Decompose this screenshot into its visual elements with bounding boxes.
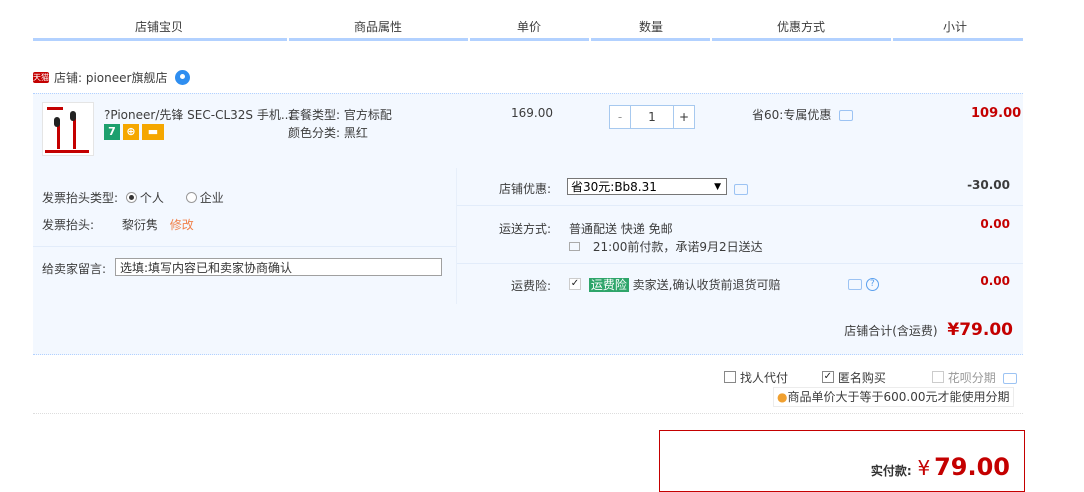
qty-plus-button[interactable]: +: [674, 106, 694, 128]
shop-total-label: 店铺合计(含运费): [844, 324, 938, 338]
insurance-amount: 0.00: [980, 274, 1010, 288]
checkbox-disabled-icon: [931, 371, 944, 383]
shipping-amount: 0.00: [980, 217, 1010, 231]
huabei-option[interactable]: 花呗分期: [931, 371, 996, 385]
tmall-logo-icon: 天猫: [33, 71, 49, 83]
final-payment: 实付款: ¥ 79.00: [871, 453, 1010, 481]
checkbox-checked-icon: [821, 371, 834, 383]
invoice-type-label: 发票抬头类型:: [42, 191, 119, 205]
shipping-promise-row: 21:00前付款，承诺9月2日送达: [569, 238, 763, 255]
insurance-chat-icon[interactable]: [848, 279, 862, 290]
item-discount: 省60:专属优惠: [752, 106, 854, 123]
shop-line: 天猫 店铺: pioneer旗舰店: [33, 68, 191, 86]
invoice-personal-option[interactable]: 个人: [125, 191, 164, 205]
shop-total-row: 店铺合计(含运费) ¥79.00: [33, 304, 1023, 355]
shop-discount-label: 店铺优惠:: [499, 182, 552, 196]
item-price: 169.00: [511, 106, 553, 120]
col-item-header: 店铺宝贝: [135, 20, 184, 34]
insurance-checkbox[interactable]: [569, 278, 581, 290]
invoice-edit-link[interactable]: 修改: [170, 218, 194, 232]
dropdown-arrow-icon: ▼: [714, 182, 721, 192]
insurance-row: 运费险 卖家送,确认收货前退货可赔: [569, 276, 781, 293]
shop-total: 店铺合计(含运费) ¥79.00: [844, 320, 1013, 340]
shipping-label: 运送方式:: [499, 222, 552, 236]
wangwang-chat-icon[interactable]: [175, 69, 191, 85]
delivery-icon: [569, 242, 580, 251]
quantity-stepper: - 1 +: [609, 105, 695, 129]
col-discount-header: 优惠方式: [777, 20, 826, 34]
shop-name[interactable]: 店铺: pioneer旗舰店: [54, 69, 167, 86]
col-price-header: 单价: [517, 20, 542, 34]
shop-discount-chat-icon[interactable]: [734, 184, 748, 195]
item-discount-label: 省60:专属优惠: [752, 108, 832, 122]
huabei-tip: ●商品单价大于等于600.00元才能使用分期: [773, 387, 1015, 407]
insurance-label: 运费险:: [511, 279, 552, 293]
shop-discount-amount: -30.00: [967, 178, 1010, 192]
currency-symbol: ¥: [917, 456, 931, 480]
shipping-method: 普通配送 快递 免邮: [569, 222, 673, 236]
radio-checked-icon: [125, 192, 137, 203]
checkbox-unchecked-icon: [724, 371, 736, 383]
product-thumbnail[interactable]: [42, 102, 94, 156]
order-options: 发票抬头类型: 个人 企业 发票抬头: 黎衍隽 修改 给卖家留言: 选填:填写内…: [33, 168, 1023, 304]
insurance-desc: 卖家送,确认收货前退货可赔: [632, 278, 781, 292]
radio-empty-icon: [185, 192, 197, 203]
insurance-help[interactable]: ?: [848, 277, 879, 291]
col-qty-header: 数量: [639, 20, 664, 34]
invoice-title-value: 黎衍隽: [121, 218, 158, 232]
col-subtotal-header: 小计: [943, 20, 968, 34]
payment-options: 找人代付 匿名购买 花呗分期: [724, 369, 1017, 386]
item-prop-package: 套餐类型: 官方标配: [288, 108, 392, 122]
item-subtotal: 109.00: [971, 106, 1022, 121]
qty-input[interactable]: 1: [630, 106, 674, 128]
shop-total-value: ¥79.00: [947, 320, 1013, 340]
final-payment-label: 实付款:: [870, 464, 912, 478]
service-badges: 7 ⊕ ▬: [104, 124, 164, 140]
invoice-company-option[interactable]: 企业: [185, 191, 224, 205]
item-title[interactable]: ?Pioneer/先锋 SEC-CL32S 手机...: [104, 106, 292, 123]
proxy-pay-option[interactable]: 找人代付: [724, 371, 788, 385]
invoice-title-row: 发票抬头: 黎衍隽 修改: [42, 216, 194, 233]
final-payment-box: 实付款: ¥ 79.00: [659, 430, 1025, 492]
shipping-promise: 21:00前付款，承诺9月2日送达: [592, 240, 763, 254]
insurance-tag: 运费险: [588, 278, 629, 292]
item-row: ?Pioneer/先锋 SEC-CL32S 手机... 7 ⊕ ▬ 套餐类型: …: [33, 93, 1023, 168]
huabei-chat-icon[interactable]: [1002, 373, 1017, 384]
seven-day-return-icon: 7: [104, 124, 120, 140]
qty-minus-button[interactable]: -: [610, 106, 630, 128]
credit-card-icon: ▬: [142, 124, 164, 140]
final-payment-value: 79.00: [934, 453, 1010, 481]
shop-discount-select[interactable]: 省30元:Bb8.31 ▼: [567, 178, 727, 195]
cart-header: 店铺宝贝 商品属性 单价 数量 优惠方式 小计: [33, 0, 1023, 41]
help-icon[interactable]: ?: [865, 278, 879, 291]
discount-chat-icon[interactable]: [839, 110, 854, 121]
buyer-message-input[interactable]: 选填:填写内容已和卖家协商确认: [115, 258, 442, 276]
guarantee-icon: ⊕: [123, 124, 139, 140]
invoice-title-label: 发票抬头:: [42, 218, 95, 232]
item-prop-color: 颜色分类: 黑红: [288, 126, 368, 140]
invoice-section: 发票抬头类型: 个人 企业 发票抬头: 黎衍隽 修改 给卖家留言: 选填:填写内…: [33, 168, 457, 304]
col-props-header: 商品属性: [354, 20, 403, 34]
fee-section: 店铺优惠: 省30元:Bb8.31 ▼ -30.00 运送方式: 普通配送 快递 …: [457, 168, 1023, 304]
buyer-message-label: 给卖家留言:: [42, 262, 107, 276]
location-pin-icon: ●: [777, 390, 788, 404]
anonymous-option[interactable]: 匿名购买: [821, 371, 886, 385]
invoice-type-row: 发票抬头类型: 个人 企业: [42, 189, 224, 206]
